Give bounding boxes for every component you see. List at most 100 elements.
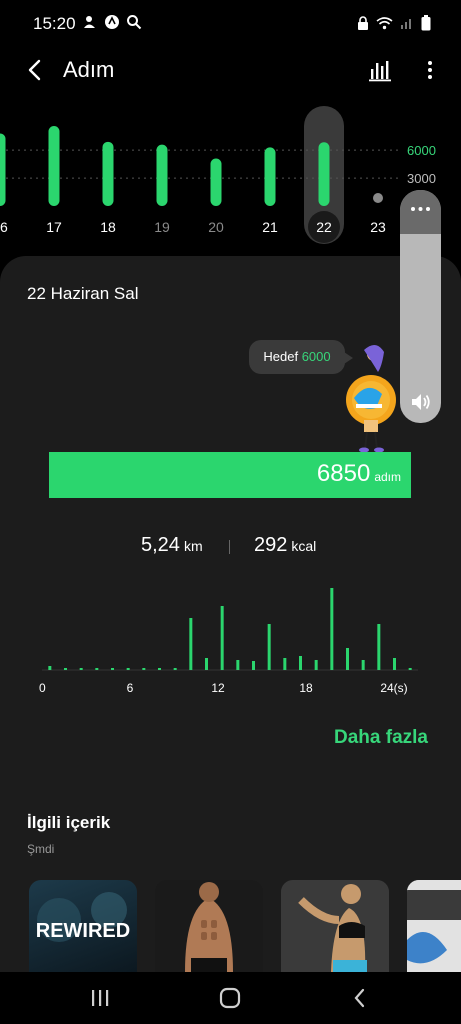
- day-label[interactable]: 21: [262, 219, 278, 235]
- day-bar[interactable]: [0, 133, 6, 206]
- day-label[interactable]: 22: [316, 219, 332, 235]
- hour-tick-label: 24(s): [380, 681, 407, 695]
- thumbnail-woman-art: [281, 880, 389, 972]
- more-link[interactable]: Daha fazla: [334, 727, 428, 749]
- hour-bar: [267, 624, 271, 670]
- hour-bar: [95, 668, 99, 670]
- hour-bar: [189, 618, 193, 670]
- more-horizontal-icon: [411, 207, 430, 211]
- calories-stat: 292 kcal: [254, 534, 316, 557]
- hour-bar: [111, 668, 114, 670]
- related-content-title: İlgili içerik: [27, 813, 111, 832]
- hour-bar: [126, 668, 130, 670]
- selected-date: 22 Haziran Sal: [27, 284, 139, 303]
- volume-panel-top[interactable]: [400, 190, 441, 234]
- app-icon: [105, 15, 119, 29]
- hour-tick-label: 12: [211, 681, 225, 695]
- recent-apps-icon[interactable]: [88, 986, 112, 1010]
- distance-unit: km: [183, 538, 203, 554]
- steps-value: 6850: [316, 460, 371, 487]
- day-bar[interactable]: [318, 142, 330, 206]
- related-thumbnails: REWIRED: [29, 880, 461, 972]
- back-button[interactable]: [22, 56, 48, 84]
- hour-bar: [361, 660, 365, 670]
- hour-bar: [173, 668, 177, 670]
- hour-tick-label: 6: [127, 681, 134, 695]
- hour-tick-label: 18: [299, 681, 313, 695]
- stats-divider: [229, 540, 230, 554]
- signal-icon: [401, 19, 411, 29]
- hour-bar: [408, 668, 412, 670]
- thumbnail-rewired[interactable]: REWIRED: [29, 880, 137, 972]
- hour-bar: [346, 648, 349, 670]
- wifi-icon: [376, 17, 393, 30]
- status-icons-left: [82, 14, 142, 30]
- steps-unit: adım: [374, 470, 401, 484]
- thumbnail-stretching[interactable]: [407, 880, 461, 972]
- day-bar[interactable]: [210, 158, 222, 206]
- back-nav-icon[interactable]: [348, 986, 372, 1010]
- mascot-illustration: [346, 344, 396, 453]
- lock-icon: [358, 15, 368, 30]
- navigation-bar: [0, 972, 461, 1024]
- day-label[interactable]: 23: [370, 219, 386, 235]
- bar-chart-icon: [369, 61, 391, 82]
- day-label[interactable]: 20: [208, 219, 224, 235]
- calories-value: 292: [254, 534, 288, 556]
- day-bar[interactable]: [156, 144, 168, 206]
- search-icon: [127, 15, 142, 30]
- hourly-steps-chart: 0 6 12 18 24(s): [39, 588, 418, 695]
- trends-button[interactable]: [367, 56, 393, 84]
- hour-bar: [142, 668, 146, 670]
- hour-bar: [158, 668, 161, 670]
- day-label[interactable]: 17: [46, 219, 62, 235]
- hour-bar: [79, 668, 83, 670]
- distance-value: 5,24: [141, 534, 180, 556]
- hour-bar: [252, 661, 255, 670]
- thumbnail-rewired-text: REWIRED: [36, 920, 130, 942]
- distance-stat: 5,24 km: [141, 534, 203, 557]
- status-time: 15:20: [33, 14, 76, 33]
- day-label[interactable]: 18: [100, 219, 116, 235]
- speaker-icon[interactable]: [409, 390, 433, 414]
- day-bar[interactable]: [48, 126, 60, 206]
- weekly-steps-chart[interactable]: 6000 3000 16 17 18 19 20 21 22 23: [0, 96, 461, 246]
- thumbnail-rewired-art: REWIRED: [36, 892, 130, 942]
- more-options-button[interactable]: [423, 56, 437, 84]
- daily-summary-card: 22 Haziran Sal Hedef 6000 6850 adım 5,24 k…: [0, 256, 461, 1024]
- hour-bar: [48, 666, 52, 670]
- day-empty-dot[interactable]: [373, 193, 383, 203]
- status-icons-right: [357, 15, 431, 31]
- stats-row: 5,24 km 292 kcal: [0, 534, 461, 564]
- thumbnail-abs-workout[interactable]: [155, 880, 263, 972]
- hour-bar: [64, 668, 67, 670]
- more-vertical-icon: [428, 61, 432, 79]
- day-bar[interactable]: [102, 141, 114, 206]
- notification-icon: [84, 16, 95, 28]
- hour-bar: [283, 658, 287, 670]
- hour-bar: [314, 660, 318, 670]
- reference-label: 6000: [407, 143, 436, 158]
- reference-label: 3000: [407, 171, 436, 186]
- hour-bar: [330, 588, 334, 670]
- back-arrow-icon: [28, 59, 41, 81]
- hour-bar: [205, 658, 208, 670]
- hour-bar: [220, 606, 224, 670]
- app-header: Adım: [0, 48, 461, 94]
- calories-unit: kcal: [291, 538, 317, 554]
- goal-label: Hedef: [263, 349, 299, 364]
- hour-bar: [236, 660, 240, 670]
- volume-panel[interactable]: [400, 190, 441, 423]
- home-icon[interactable]: [218, 986, 242, 1010]
- day-label[interactable]: 16: [0, 219, 8, 235]
- steps-progress-bar: 6850 adım: [49, 452, 411, 498]
- thumbnail-stretching-art: [407, 880, 461, 972]
- day-bar[interactable]: [264, 147, 276, 206]
- thumbnail-woman-workout[interactable]: [281, 880, 389, 972]
- status-bar: 15:20: [0, 0, 461, 48]
- day-label[interactable]: 19: [154, 219, 170, 235]
- hour-bar: [393, 658, 396, 670]
- thumbnail-abs-art: [155, 880, 263, 972]
- goal-bubble[interactable]: Hedef 6000: [249, 340, 353, 374]
- hour-bar: [299, 656, 302, 670]
